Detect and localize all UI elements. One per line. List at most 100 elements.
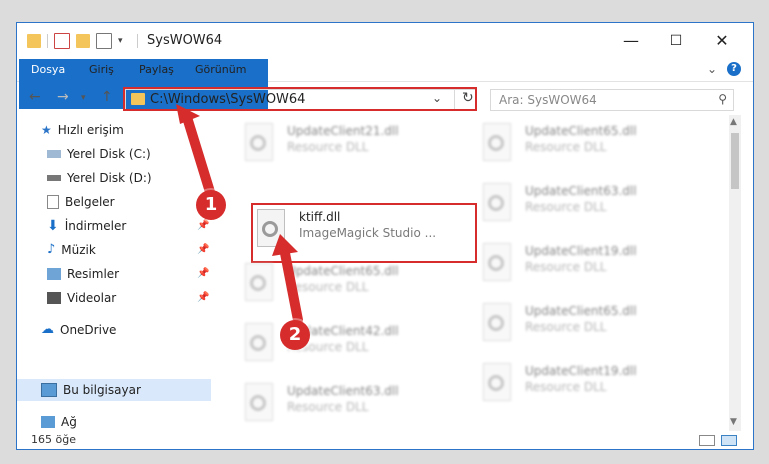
sidebar-item-downloads[interactable]: ⬇ İndirmeler 📌: [47, 215, 211, 237]
quick-access-dropdown-icon[interactable]: ▾: [118, 36, 123, 46]
dll-file-icon: [479, 241, 515, 283]
file-name: UpdateClient65.dll: [287, 264, 399, 278]
music-icon: ♪: [47, 242, 56, 257]
sidebar-item-label: Resimler: [67, 267, 120, 281]
new-folder-icon[interactable]: [76, 34, 90, 48]
star-icon: ★: [41, 123, 52, 137]
file-description: Resource DLL: [525, 260, 607, 274]
tiles-view-icon[interactable]: [721, 435, 737, 446]
file-description: Resource DLL: [287, 400, 369, 414]
sidebar-item-label: Belgeler: [65, 195, 115, 209]
file-name: UpdateClient65.dll: [525, 124, 637, 138]
file-name: UpdateClient21.dll: [287, 124, 399, 138]
close-button[interactable]: ✕: [712, 31, 732, 51]
file-list: UpdateClient21.dll Resource DLL ktiff.dll…: [231, 115, 727, 431]
file-description: Resource DLL: [287, 140, 369, 154]
navigation-pane: ★ Hızlı erişim Yerel Disk (C:) Yerel Dis…: [17, 115, 211, 431]
file-item[interactable]: UpdateClient65.dll Resource DLL: [479, 301, 704, 351]
file-item[interactable]: UpdateClient63.dll Resource DLL: [479, 181, 704, 231]
folder-icon[interactable]: [27, 34, 41, 48]
tab-gorunum[interactable]: Görünüm: [195, 59, 246, 81]
chevron-down-icon[interactable]: ⌄: [707, 62, 717, 76]
tab-paylas[interactable]: Paylaş: [139, 59, 174, 81]
sidebar-item-label: Bu bilgisayar: [63, 383, 141, 397]
file-item[interactable]: UpdateClient21.dll Resource DLL: [241, 121, 466, 171]
step-1-badge: 1: [196, 190, 226, 220]
file-item[interactable]: UpdateClient42.dll Resource DLL: [241, 321, 466, 371]
dll-file-icon: [241, 381, 277, 423]
file-name: UpdateClient63.dll: [525, 184, 637, 198]
sidebar-item-pictures[interactable]: Resimler 📌: [47, 263, 211, 285]
sidebar-item-label: Hızlı erişim: [57, 123, 124, 137]
sidebar-item-label: İndirmeler: [64, 219, 127, 233]
dll-file-icon: [241, 261, 277, 303]
sidebar-item-label: Videolar: [67, 291, 117, 305]
sidebar-item-quick-access[interactable]: ★ Hızlı erişim: [41, 119, 211, 141]
search-input[interactable]: Ara: SysWOW64 ⚲: [490, 89, 734, 111]
pin-icon[interactable]: 📌: [197, 287, 209, 309]
search-placeholder: Ara: SysWOW64: [499, 93, 597, 107]
pin-icon[interactable]: 📌: [197, 263, 209, 285]
navigation-bar: ← → ▾ ↑ C:\Windows\SysWOW64 ⌄ ↻ Ara: Sys…: [17, 81, 753, 115]
recent-dropdown-icon[interactable]: ▾: [81, 93, 86, 103]
file-item[interactable]: UpdateClient63.dll Resource DLL: [241, 381, 466, 431]
drive-icon: [47, 150, 61, 158]
sidebar-item-documents[interactable]: Belgeler: [47, 191, 211, 213]
file-item[interactable]: UpdateClient65.dll Resource DLL: [479, 121, 704, 171]
explorer-window: ▾ SysWOW64 — ☐ ✕ Dosya Giriş Paylaş Görü…: [16, 22, 754, 450]
customize-icon[interactable]: [96, 33, 112, 49]
details-view-icon[interactable]: [699, 435, 715, 446]
up-arrow-icon[interactable]: ↑: [101, 89, 113, 105]
help-icon[interactable]: ?: [727, 62, 741, 76]
cloud-icon: ☁: [41, 322, 54, 337]
minimize-button[interactable]: —: [621, 31, 641, 51]
pictures-icon: [47, 268, 61, 280]
computer-icon: [41, 383, 57, 397]
tab-giris[interactable]: Giriş: [89, 59, 114, 81]
download-icon: ⬇: [47, 218, 59, 234]
window-title: SysWOW64: [147, 33, 223, 48]
sidebar-item-label: Yerel Disk (C:): [67, 147, 151, 161]
forward-arrow-icon[interactable]: →: [57, 89, 69, 105]
dll-file-icon: [241, 321, 277, 363]
sidebar-item-local-disk-c[interactable]: Yerel Disk (C:): [47, 143, 211, 165]
sidebar-item-onedrive[interactable]: ☁ OneDrive: [41, 319, 211, 341]
search-icon[interactable]: ⚲: [718, 92, 727, 106]
pin-icon[interactable]: 📌: [197, 239, 209, 261]
step-2-badge: 2: [280, 320, 310, 350]
dll-file-icon: [479, 181, 515, 223]
sidebar-item-label: Müzik: [61, 243, 96, 257]
dll-file-icon: [241, 121, 277, 163]
ribbon-tabs: Dosya Giriş Paylaş Görünüm ⌄ ?: [17, 59, 753, 109]
sidebar-item-videos[interactable]: Videolar 📌: [47, 287, 211, 309]
vertical-scrollbar[interactable]: ▲ ▼: [729, 115, 741, 431]
drive-icon: [47, 175, 61, 181]
sidebar-item-local-disk-d[interactable]: Yerel Disk (D:): [47, 167, 211, 189]
scroll-up-icon[interactable]: ▲: [730, 117, 737, 127]
sidebar-item-this-pc[interactable]: Bu bilgisayar: [17, 379, 211, 401]
sidebar-item-music[interactable]: ♪ Müzik 📌: [47, 239, 211, 261]
file-description: Resource DLL: [525, 200, 607, 214]
video-icon: [47, 292, 61, 304]
scrollbar-thumb[interactable]: [731, 133, 739, 189]
dll-file-icon: [479, 361, 515, 403]
sidebar-item-label: Yerel Disk (D:): [67, 171, 152, 185]
file-item[interactable]: UpdateClient19.dll Resource DLL: [479, 361, 704, 411]
scroll-down-icon[interactable]: ▼: [730, 417, 737, 427]
item-count: 165 öğe: [31, 433, 76, 446]
file-description: Resource DLL: [525, 380, 607, 394]
dll-file-icon: [479, 121, 515, 163]
maximize-button[interactable]: ☐: [666, 31, 686, 51]
file-description: Resource DLL: [525, 140, 607, 154]
status-bar: 165 öğe: [17, 429, 753, 449]
file-description: Resource DLL: [287, 280, 369, 294]
dll-file-icon: [479, 301, 515, 343]
file-name: UpdateClient19.dll: [525, 244, 637, 258]
properties-icon[interactable]: [54, 33, 70, 49]
back-arrow-icon[interactable]: ←: [29, 89, 41, 105]
network-icon: [41, 416, 55, 428]
file-name: UpdateClient19.dll: [525, 364, 637, 378]
file-item[interactable]: UpdateClient19.dll Resource DLL: [479, 241, 704, 291]
file-item[interactable]: UpdateClient65.dll Resource DLL: [241, 261, 466, 311]
sidebar-item-label: OneDrive: [60, 323, 117, 337]
